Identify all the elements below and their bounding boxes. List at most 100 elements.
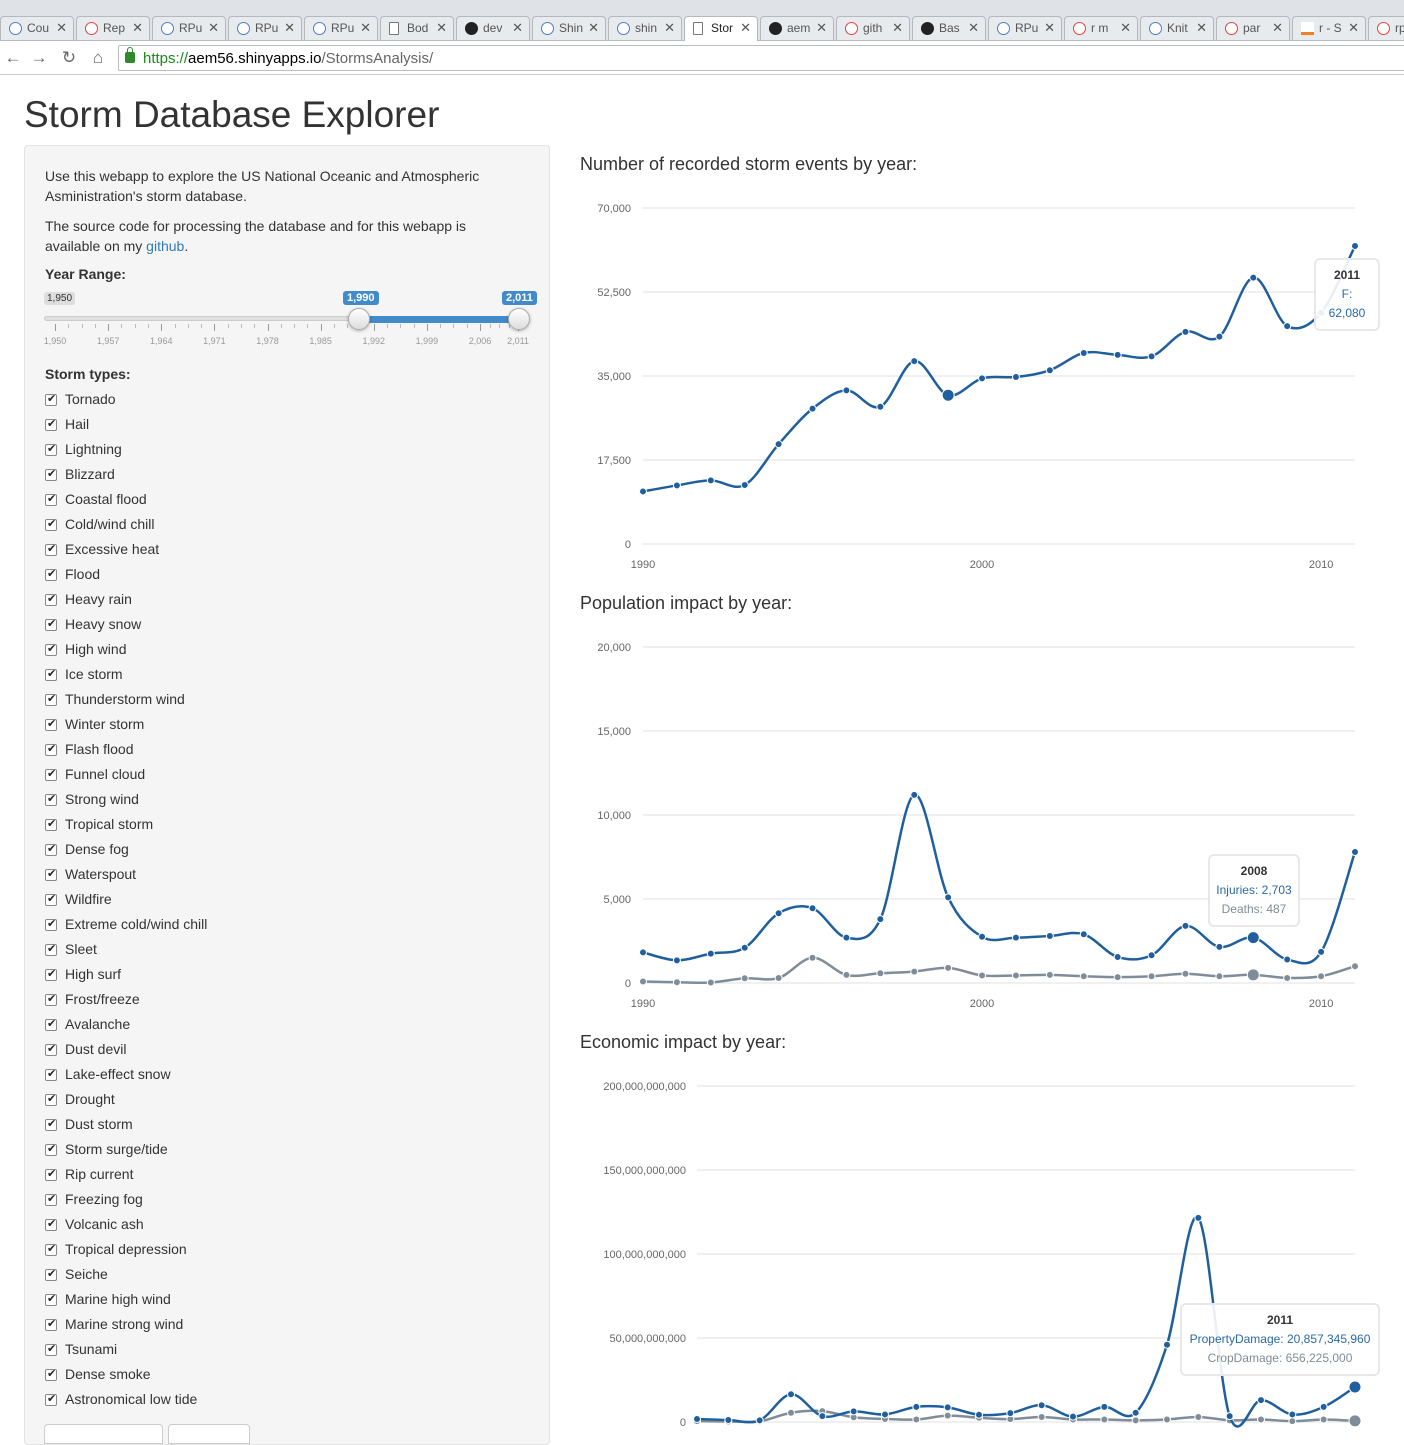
data-point[interactable]	[978, 374, 987, 383]
data-point[interactable]	[1181, 327, 1190, 336]
data-point[interactable]	[706, 476, 715, 485]
data-point[interactable]	[1011, 372, 1020, 381]
data-point[interactable]	[1257, 1415, 1265, 1424]
data-point[interactable]	[1194, 1213, 1203, 1222]
data-point[interactable]	[787, 1408, 795, 1417]
data-point[interactable]	[912, 1402, 921, 1411]
data-point[interactable]	[1100, 1402, 1109, 1411]
data-point[interactable]	[849, 1407, 858, 1416]
data-point[interactable]	[639, 487, 647, 496]
data-point[interactable]	[1194, 1412, 1203, 1421]
data-point[interactable]	[774, 973, 783, 982]
data-point[interactable]	[808, 404, 817, 413]
data-point[interactable]	[724, 1415, 733, 1424]
data-point[interactable]	[1351, 962, 1359, 971]
data-point[interactable]	[944, 963, 953, 972]
data-point[interactable]	[1131, 1408, 1140, 1417]
data-point[interactable]	[706, 978, 715, 987]
data-point[interactable]	[774, 440, 783, 449]
data-point[interactable]	[881, 1410, 889, 1419]
data-point[interactable]	[1283, 973, 1292, 982]
data-point[interactable]	[910, 357, 919, 366]
data-point[interactable]	[787, 1390, 795, 1399]
data-point[interactable]	[1351, 847, 1359, 856]
data-point[interactable]	[943, 1411, 952, 1420]
data-point[interactable]	[808, 953, 817, 962]
data-point[interactable]	[1317, 947, 1326, 956]
data-point[interactable]	[1163, 1340, 1171, 1349]
data-point[interactable]	[975, 1410, 983, 1419]
data-point[interactable]	[1181, 969, 1190, 978]
data-point[interactable]	[1288, 1417, 1297, 1426]
data-point[interactable]	[740, 943, 749, 952]
data-point[interactable]	[943, 1403, 952, 1412]
data-point[interactable]	[1317, 972, 1326, 981]
data-point[interactable]	[1283, 322, 1292, 331]
data-point[interactable]	[1045, 366, 1054, 375]
data-point[interactable]	[693, 1414, 701, 1423]
data-point[interactable]	[1225, 1412, 1234, 1421]
data-point[interactable]	[910, 967, 919, 976]
data-point[interactable]	[842, 933, 851, 942]
data-point[interactable]	[1147, 972, 1156, 981]
data-point[interactable]	[808, 904, 817, 913]
data-point[interactable]	[978, 971, 987, 980]
data-point[interactable]	[1288, 1410, 1297, 1419]
data-point[interactable]	[1181, 921, 1190, 930]
data-point[interactable]	[1147, 951, 1156, 960]
data-point[interactable]	[1006, 1409, 1015, 1418]
data-point[interactable]	[842, 970, 851, 979]
data-point[interactable]	[1246, 931, 1260, 945]
data-point[interactable]	[740, 480, 749, 489]
data-point[interactable]	[1045, 970, 1054, 979]
data-point[interactable]	[1215, 972, 1224, 981]
data-point[interactable]	[1246, 968, 1260, 982]
data-point[interactable]	[1011, 971, 1020, 980]
data-point[interactable]	[1351, 242, 1359, 251]
data-point[interactable]	[1113, 952, 1122, 961]
data-point[interactable]	[1113, 350, 1122, 359]
data-point[interactable]	[639, 977, 647, 986]
data-point[interactable]	[1283, 955, 1292, 964]
data-point[interactable]	[1131, 1416, 1140, 1425]
data-point[interactable]	[941, 388, 955, 402]
data-point[interactable]	[1215, 942, 1224, 951]
data-point[interactable]	[1249, 273, 1258, 282]
data-point[interactable]	[876, 915, 885, 924]
data-point[interactable]	[1100, 1415, 1109, 1424]
data-point[interactable]	[1079, 348, 1088, 357]
data-point[interactable]	[876, 402, 885, 411]
data-point[interactable]	[910, 790, 919, 799]
data-point[interactable]	[672, 481, 681, 490]
data-point[interactable]	[1163, 1415, 1171, 1424]
data-point[interactable]	[1037, 1401, 1046, 1410]
data-point[interactable]	[978, 932, 987, 941]
data-point[interactable]	[944, 893, 953, 902]
data-point[interactable]	[912, 1415, 921, 1424]
x-tick-label: 1990	[631, 559, 655, 571]
data-point[interactable]	[774, 909, 783, 918]
data-point[interactable]	[1319, 1415, 1328, 1424]
data-point[interactable]	[1037, 1412, 1046, 1421]
data-point[interactable]	[1348, 1414, 1362, 1428]
data-point[interactable]	[672, 956, 681, 965]
data-point[interactable]	[1045, 931, 1054, 940]
data-point[interactable]	[639, 948, 647, 957]
data-point[interactable]	[842, 386, 851, 395]
data-point[interactable]	[1079, 930, 1088, 939]
data-point[interactable]	[755, 1416, 764, 1425]
data-point[interactable]	[1348, 1380, 1362, 1394]
data-point[interactable]	[706, 949, 715, 958]
data-point[interactable]	[876, 969, 885, 978]
data-point[interactable]	[1011, 933, 1020, 942]
data-point[interactable]	[1113, 973, 1122, 982]
data-point[interactable]	[1147, 352, 1156, 361]
data-point[interactable]	[1079, 972, 1088, 981]
data-point[interactable]	[1069, 1412, 1077, 1421]
data-point[interactable]	[740, 974, 749, 983]
data-point[interactable]	[1215, 332, 1224, 341]
data-point[interactable]	[818, 1412, 827, 1421]
data-point[interactable]	[1257, 1396, 1265, 1405]
data-point[interactable]	[672, 978, 681, 987]
data-point[interactable]	[1319, 1402, 1328, 1411]
